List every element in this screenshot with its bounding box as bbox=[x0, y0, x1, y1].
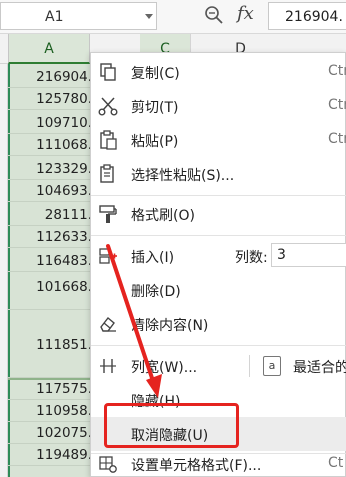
column-width-icon bbox=[100, 359, 116, 373]
menu-item-copy[interactable]: 复制(C) Ctr bbox=[91, 55, 346, 89]
scissors-icon bbox=[98, 97, 118, 116]
autofit-label[interactable]: 最适合的 bbox=[293, 357, 346, 377]
cell[interactable]: 111068. bbox=[8, 134, 90, 156]
paste-icon bbox=[100, 130, 117, 150]
column-header-a[interactable]: A bbox=[8, 34, 90, 64]
cell[interactable]: 111851. bbox=[8, 310, 90, 378]
cell[interactable]: 123329. bbox=[8, 156, 90, 180]
fx-icon[interactable]: fx bbox=[237, 3, 254, 24]
menu-item-paste-special[interactable]: 选择性粘贴(S)... bbox=[91, 157, 346, 191]
menu-item-insert[interactable]: 插入(I) 列数: 3 bbox=[91, 239, 346, 273]
paste-special-icon bbox=[100, 164, 114, 183]
cell[interactable]: 112633. bbox=[8, 226, 90, 248]
menu-item-clear-contents[interactable]: 清除内容(N) bbox=[91, 307, 346, 341]
format-painter-icon bbox=[99, 205, 117, 223]
cell[interactable]: 110958. bbox=[8, 400, 90, 422]
cell[interactable]: 216904. bbox=[8, 64, 90, 88]
insert-column-icon bbox=[99, 248, 117, 264]
formula-value: 216904. bbox=[285, 9, 343, 25]
eraser-icon bbox=[100, 316, 116, 332]
menu-item-cut[interactable]: 剪切(T) Ctr bbox=[91, 89, 346, 123]
cell[interactable]: 102075. bbox=[8, 422, 90, 444]
formula-input[interactable]: 216904. bbox=[268, 2, 346, 30]
menu-divider bbox=[249, 355, 250, 377]
zoom-icon[interactable] bbox=[204, 5, 224, 25]
column-count-input[interactable]: 3 bbox=[271, 243, 346, 267]
row-header-strip bbox=[0, 64, 8, 477]
cell[interactable]: 116483. bbox=[8, 248, 90, 272]
name-box[interactable]: A1 bbox=[0, 2, 157, 30]
annotation-highlight-box bbox=[104, 403, 239, 448]
copy-icon bbox=[100, 63, 116, 81]
cell[interactable]: 125780. bbox=[8, 88, 90, 110]
menu-item-format-painter[interactable]: 格式刷(O) bbox=[91, 197, 346, 231]
menu-item-paste[interactable]: 粘贴(P) Ctr bbox=[91, 123, 346, 157]
formula-bar: A1 fx 216904. bbox=[0, 0, 346, 34]
menu-item-format-cells[interactable]: 设置单元格格式(F)... Ct bbox=[91, 447, 346, 477]
menu-separator bbox=[91, 195, 346, 196]
name-box-value: A1 bbox=[45, 9, 64, 25]
cell[interactable]: 101668. bbox=[8, 272, 90, 310]
chevron-down-icon[interactable] bbox=[145, 14, 153, 19]
format-cells-icon bbox=[99, 456, 117, 473]
column-a-cells: 216904. 125780. 109710. 111068. 123329. … bbox=[8, 64, 90, 477]
cell[interactable]: 119489. bbox=[8, 444, 90, 466]
menu-item-delete[interactable]: 删除(D) bbox=[91, 273, 346, 307]
cell[interactable]: 109710. bbox=[8, 110, 90, 134]
menu-separator bbox=[91, 235, 346, 236]
column-count-label: 列数: bbox=[235, 250, 268, 266]
cell[interactable]: 117575. bbox=[8, 378, 90, 400]
autofit-icon[interactable]: a bbox=[263, 356, 281, 376]
cell[interactable]: 104693. bbox=[8, 180, 90, 202]
cell[interactable]: 28111. bbox=[8, 202, 90, 226]
menu-separator bbox=[91, 345, 346, 346]
menu-item-column-width[interactable]: 列宽(W)... a 最适合的 bbox=[91, 349, 346, 383]
